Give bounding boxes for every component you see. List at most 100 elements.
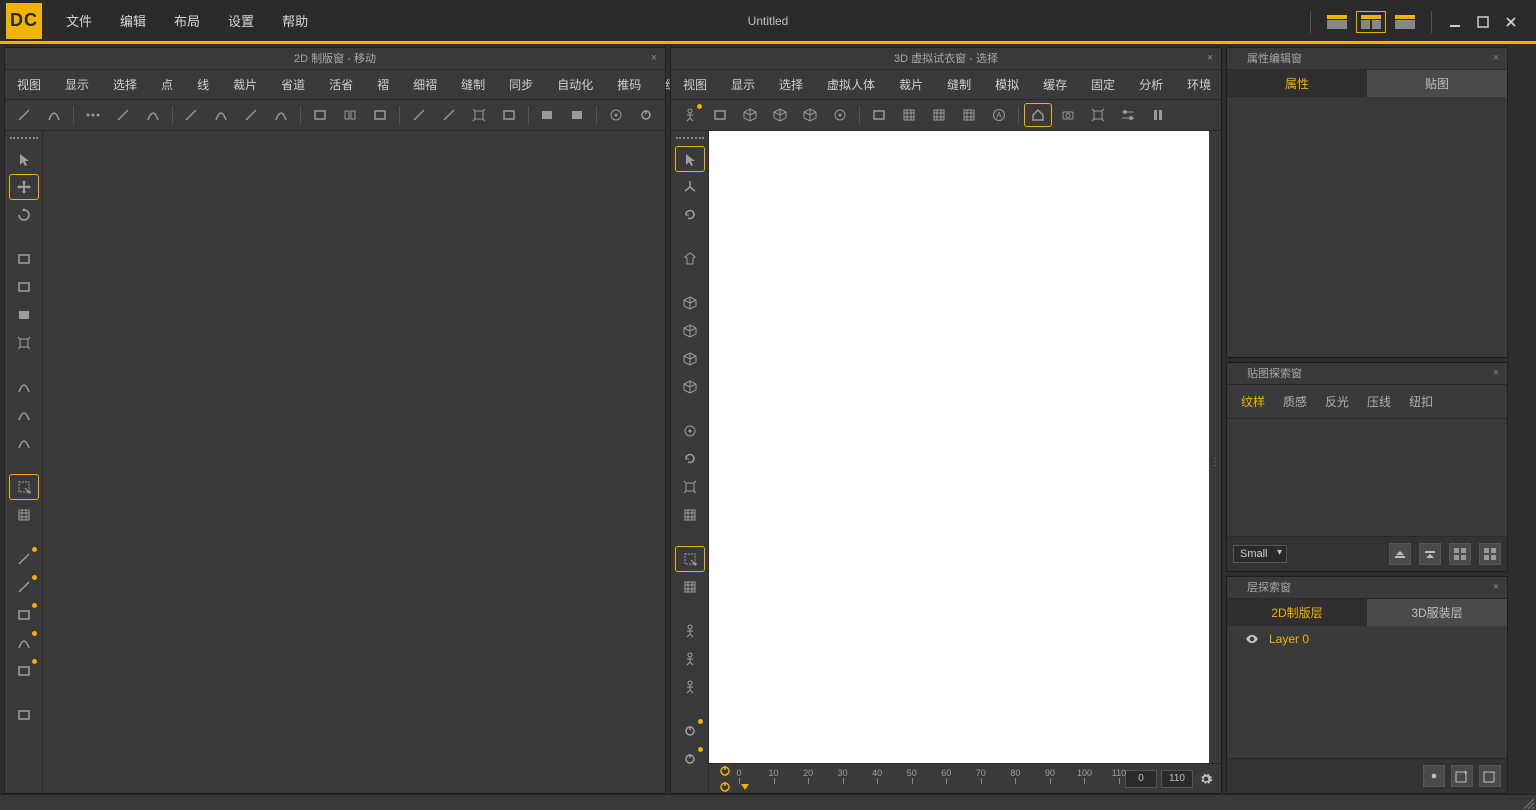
sd3d-m3[interactable] <box>676 675 704 699</box>
sd2d-rect[interactable] <box>10 247 38 271</box>
menu2d-2[interactable]: 选择 <box>113 76 137 93</box>
tool-2d-12[interactable] <box>367 104 393 126</box>
tool-3d-5[interactable] <box>797 104 823 126</box>
tab-2d-layer[interactable]: 2D制版层 <box>1227 599 1367 626</box>
tool-2d-6[interactable] <box>179 104 205 126</box>
menu3d-3[interactable]: 虚拟人体 <box>827 76 875 93</box>
tool-3d-home[interactable] <box>1025 104 1051 126</box>
sd3d-pw1[interactable] <box>676 719 704 743</box>
menu2d-13[interactable]: 推码 <box>617 76 641 93</box>
sd2d-grid[interactable] <box>10 503 38 527</box>
sd2d-p3[interactable] <box>10 603 38 627</box>
sd2d-p1[interactable] <box>10 547 38 571</box>
tool-2d-13[interactable] <box>406 104 432 126</box>
sd3d-axis[interactable] <box>676 175 704 199</box>
sd3d-t4[interactable] <box>676 503 704 527</box>
menu2d-11[interactable]: 同步 <box>509 76 533 93</box>
sd3d-m2[interactable] <box>676 647 704 671</box>
layer-item[interactable]: Layer 0 <box>1227 626 1507 652</box>
tool-3d-avatar[interactable] <box>677 104 703 126</box>
tool-2d-4[interactable] <box>110 104 136 126</box>
menu2d-4[interactable]: 线 <box>197 76 209 93</box>
sd3d-t1[interactable] <box>676 419 704 443</box>
timeline-settings[interactable] <box>1197 770 1215 788</box>
window-maximize[interactable] <box>1472 11 1494 33</box>
layer-add[interactable]: + <box>1451 765 1473 787</box>
menu-edit[interactable]: 编辑 <box>120 11 146 30</box>
panel-property-close[interactable]: × <box>1489 51 1503 65</box>
panel-3d-drag-handle[interactable]: ⋮ <box>1209 131 1221 793</box>
texture-grid-a[interactable] <box>1449 543 1471 565</box>
tool-2d-14[interactable] <box>436 104 462 126</box>
tool-2d-1[interactable] <box>11 104 37 126</box>
sd3d-b4[interactable] <box>676 375 704 399</box>
eye-icon[interactable] <box>1245 632 1259 646</box>
timeline-handle[interactable] <box>741 784 749 790</box>
sd2d-fit[interactable] <box>10 331 38 355</box>
sd3d-refresh[interactable] <box>676 203 704 227</box>
layout-2d-only[interactable] <box>1323 12 1351 32</box>
tool-2d-3[interactable] <box>80 104 106 126</box>
sd3d-pw2[interactable] <box>676 747 704 771</box>
window-close[interactable] <box>1500 11 1522 33</box>
menu2d-8[interactable]: 褶 <box>377 76 389 93</box>
sd3d-sel[interactable] <box>676 547 704 571</box>
window-minimize[interactable] <box>1444 11 1466 33</box>
sd2d-rectf[interactable] <box>10 303 38 327</box>
sd3d-t2[interactable] <box>676 447 704 471</box>
tool-3d-sliders[interactable] <box>1115 104 1141 126</box>
panel-texture-close[interactable]: × <box>1489 366 1503 380</box>
tool-2d-16[interactable] <box>496 104 522 126</box>
menu3d-4[interactable]: 裁片 <box>899 76 923 93</box>
menu2d-1[interactable]: 显示 <box>65 76 89 93</box>
texture-move-up[interactable] <box>1389 543 1411 565</box>
timeline-start[interactable]: 0 <box>1125 770 1157 788</box>
tool-2d-7[interactable] <box>208 104 234 126</box>
tool-2d-2[interactable] <box>41 104 67 126</box>
timeline-end[interactable]: 110 <box>1161 770 1193 788</box>
menu3d-10[interactable]: 环境 <box>1187 76 1211 93</box>
tool-2d-11[interactable] <box>337 104 363 126</box>
tool-3d-4[interactable] <box>767 104 793 126</box>
texture-tab-3[interactable]: 压线 <box>1361 389 1397 414</box>
panel-2d-close[interactable]: × <box>647 51 661 65</box>
tab-property[interactable]: 属性 <box>1227 70 1367 97</box>
tool-2d-9[interactable] <box>268 104 294 126</box>
tool-3d-10[interactable] <box>956 104 982 126</box>
sd3d-select[interactable] <box>676 147 704 171</box>
sd2d-p4[interactable] <box>10 631 38 655</box>
texture-tab-1[interactable]: 质感 <box>1277 389 1313 414</box>
tool-3d-cam[interactable] <box>1055 104 1081 126</box>
menu-file[interactable]: 文件 <box>66 11 92 30</box>
menu-settings[interactable]: 设置 <box>228 11 254 30</box>
layout-split[interactable] <box>1357 12 1385 32</box>
texture-grid-b[interactable] <box>1479 543 1501 565</box>
menu3d-5[interactable]: 缝制 <box>947 76 971 93</box>
sd2d-b[interactable] <box>10 403 38 427</box>
sd2d-p2[interactable] <box>10 575 38 599</box>
menu3d-2[interactable]: 选择 <box>779 76 803 93</box>
panel-3d-canvas[interactable] <box>709 131 1209 793</box>
texture-tab-2[interactable]: 反光 <box>1319 389 1355 414</box>
sd3d-t3[interactable] <box>676 475 704 499</box>
menu3d-8[interactable]: 固定 <box>1091 76 1115 93</box>
tool-3d-2[interactable] <box>707 104 733 126</box>
resize-grip-icon[interactable] <box>1524 799 1534 809</box>
panel-layer-close[interactable]: × <box>1489 580 1503 594</box>
menu3d-0[interactable]: 视图 <box>683 76 707 93</box>
tool-2d-19[interactable] <box>603 104 629 126</box>
menu2d-5[interactable]: 裁片 <box>233 76 257 93</box>
tool-3d-3[interactable] <box>737 104 763 126</box>
layout-3d-only[interactable] <box>1391 12 1419 32</box>
tool-2d-8[interactable] <box>238 104 264 126</box>
panel-3d-close[interactable]: × <box>1203 51 1217 65</box>
sd3d-b3[interactable] <box>676 347 704 371</box>
sd2d-move[interactable] <box>10 175 38 199</box>
menu2d-0[interactable]: 视图 <box>17 76 41 93</box>
layer-settings[interactable] <box>1423 765 1445 787</box>
sd3d-grid2[interactable] <box>676 575 704 599</box>
sd3d-m1[interactable] <box>676 619 704 643</box>
texture-tab-0[interactable]: 纹样 <box>1235 389 1271 414</box>
menu3d-1[interactable]: 显示 <box>731 76 755 93</box>
texture-size-select[interactable]: Small <box>1233 545 1287 563</box>
